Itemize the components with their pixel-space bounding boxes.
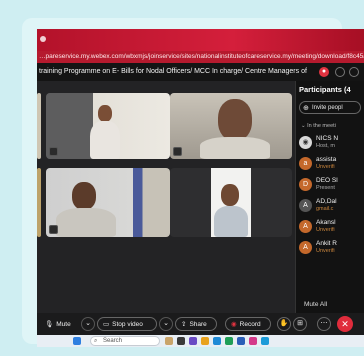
video-grid: ⌃1⌄ bbox=[37, 81, 295, 347]
participant-status: Unverifi bbox=[316, 164, 335, 170]
participant-name: AD,Dal bbox=[316, 198, 337, 205]
video-tile-man-3[interactable] bbox=[170, 168, 292, 237]
avatar: ◉ bbox=[299, 136, 312, 149]
record-label: Record bbox=[239, 321, 261, 328]
share-button[interactable]: ⇪ Share bbox=[175, 317, 217, 331]
avatar: D bbox=[299, 178, 312, 191]
participant-list: ◉ NICS N Host, m a assista Unverifi D DE… bbox=[299, 133, 364, 259]
participant-item[interactable]: A AD,Dal gmail.c bbox=[299, 196, 364, 217]
more-options-icon[interactable]: ⋯ bbox=[317, 317, 331, 331]
more-icon[interactable] bbox=[349, 67, 359, 77]
chrome-icon[interactable] bbox=[225, 337, 233, 345]
microphone-icon: 🎙 bbox=[45, 321, 54, 328]
mic-icon bbox=[173, 147, 182, 156]
meeting-title: training Programme on E- Bills for Nodal… bbox=[39, 68, 307, 75]
record-icon: ◉ bbox=[231, 321, 237, 328]
share-icon: ⇪ bbox=[181, 321, 187, 328]
participant-name: NICS N bbox=[316, 135, 339, 142]
participant-item[interactable]: ◉ NICS N Host, m bbox=[299, 133, 364, 154]
participant-status: Present bbox=[316, 185, 335, 191]
invite-people-button[interactable]: ⊕ Invite peopl bbox=[299, 101, 361, 114]
record-button[interactable]: ◉ Record bbox=[225, 317, 271, 331]
stop-video-button[interactable]: ▭ Stop video bbox=[97, 317, 157, 331]
store-icon[interactable] bbox=[237, 337, 245, 345]
avatar: a bbox=[299, 157, 312, 170]
participants-title: Participants (4 bbox=[299, 85, 351, 94]
invite-label: Invite peopl bbox=[312, 105, 343, 111]
windows-start-icon[interactable] bbox=[73, 337, 81, 345]
search-icon: ⌕ bbox=[94, 338, 98, 344]
meeting-title-bar: training Programme on E- Bills for Nodal… bbox=[37, 63, 364, 81]
widgets-icon[interactable] bbox=[165, 337, 173, 345]
file-explorer-icon[interactable] bbox=[201, 337, 209, 345]
video-tile-man-2[interactable] bbox=[46, 168, 170, 237]
participant-body bbox=[214, 206, 248, 237]
participant-status: Unverifi bbox=[316, 227, 335, 233]
webex-icon[interactable] bbox=[261, 337, 269, 345]
participant-item[interactable]: A Ankit R Unverifi bbox=[299, 238, 364, 259]
end-meeting-button[interactable]: ✕ bbox=[337, 316, 353, 332]
in-meeting-section-toggle[interactable]: ⌄ In the meeti bbox=[301, 123, 336, 129]
participant-item[interactable]: A Akansl Unverifi bbox=[299, 217, 364, 238]
participants-panel: Participants (4 ⊕ Invite peopl ⌄ In the … bbox=[295, 81, 364, 313]
browser-top-bar bbox=[37, 29, 364, 51]
avatar: A bbox=[299, 199, 312, 212]
layout-icon[interactable] bbox=[335, 67, 345, 77]
video-camera-icon: ▭ bbox=[103, 321, 110, 328]
participant-name: DEO Sl bbox=[316, 177, 338, 184]
avatar: A bbox=[299, 241, 312, 254]
participant-body bbox=[56, 208, 116, 237]
stop-video-label: Stop video bbox=[112, 321, 143, 328]
video-options-chevron-icon[interactable]: ⌄ bbox=[159, 317, 173, 331]
window-dot bbox=[40, 36, 46, 42]
video-tile-man-1[interactable] bbox=[170, 93, 292, 159]
video-tile-partial-1[interactable] bbox=[37, 93, 41, 159]
edge-icon[interactable] bbox=[213, 337, 221, 345]
participant-status: gmail.c bbox=[316, 206, 334, 212]
participant-head bbox=[72, 182, 96, 210]
participant-item[interactable]: a assista Unverifi bbox=[299, 154, 364, 175]
video-tile-woman[interactable] bbox=[46, 93, 170, 159]
taskbar-search-box[interactable]: ⌕ Search bbox=[90, 336, 160, 346]
reactions-icon[interactable]: ✋ bbox=[277, 317, 291, 331]
mic-icon bbox=[49, 225, 58, 234]
task-view-icon[interactable] bbox=[177, 337, 185, 345]
participant-item[interactable]: D DEO Sl Present bbox=[299, 175, 364, 196]
participant-head bbox=[218, 99, 252, 141]
mute-all-button[interactable]: Mute All bbox=[304, 301, 327, 308]
participant-status: Unverifi bbox=[316, 248, 335, 254]
teams-icon[interactable] bbox=[189, 337, 197, 345]
mute-button[interactable]: 🎙 Mute bbox=[39, 317, 79, 331]
search-placeholder: Search bbox=[103, 338, 123, 344]
participant-status: Host, m bbox=[316, 143, 335, 149]
screenshot-window: …pareservice.my.webex.com/wbxmjs/joinser… bbox=[37, 29, 364, 347]
participant-name: assista bbox=[316, 156, 337, 163]
address-bar[interactable]: …pareservice.my.webex.com/wbxmjs/joinser… bbox=[37, 51, 364, 63]
avatar: A bbox=[299, 220, 312, 233]
participant-head bbox=[221, 184, 239, 206]
participant-body bbox=[200, 137, 270, 159]
windows-taskbar: ⌕ Search bbox=[37, 335, 364, 347]
participant-name: Akansl bbox=[316, 219, 336, 226]
recording-icon[interactable]: ● bbox=[319, 67, 329, 77]
participant-name: Ankit R bbox=[316, 240, 337, 247]
participant-head bbox=[98, 105, 112, 122]
app-icon[interactable] bbox=[249, 337, 257, 345]
mute-options-chevron-icon[interactable]: ⌄ bbox=[81, 317, 95, 331]
mic-icon bbox=[49, 147, 58, 156]
video-tile-partial-2[interactable] bbox=[37, 168, 41, 237]
share-label: Share bbox=[189, 321, 207, 328]
person-add-icon: ⊕ bbox=[303, 105, 309, 112]
meeting-control-bar: 🎙 Mute ⌄ ▭ Stop video ⌄ ⇪ Share ◉ Record ✋ ⊞… bbox=[37, 313, 364, 335]
apps-icon[interactable]: ⊞ bbox=[293, 317, 307, 331]
mute-label: Mute bbox=[56, 321, 71, 328]
participant-body bbox=[90, 121, 120, 159]
